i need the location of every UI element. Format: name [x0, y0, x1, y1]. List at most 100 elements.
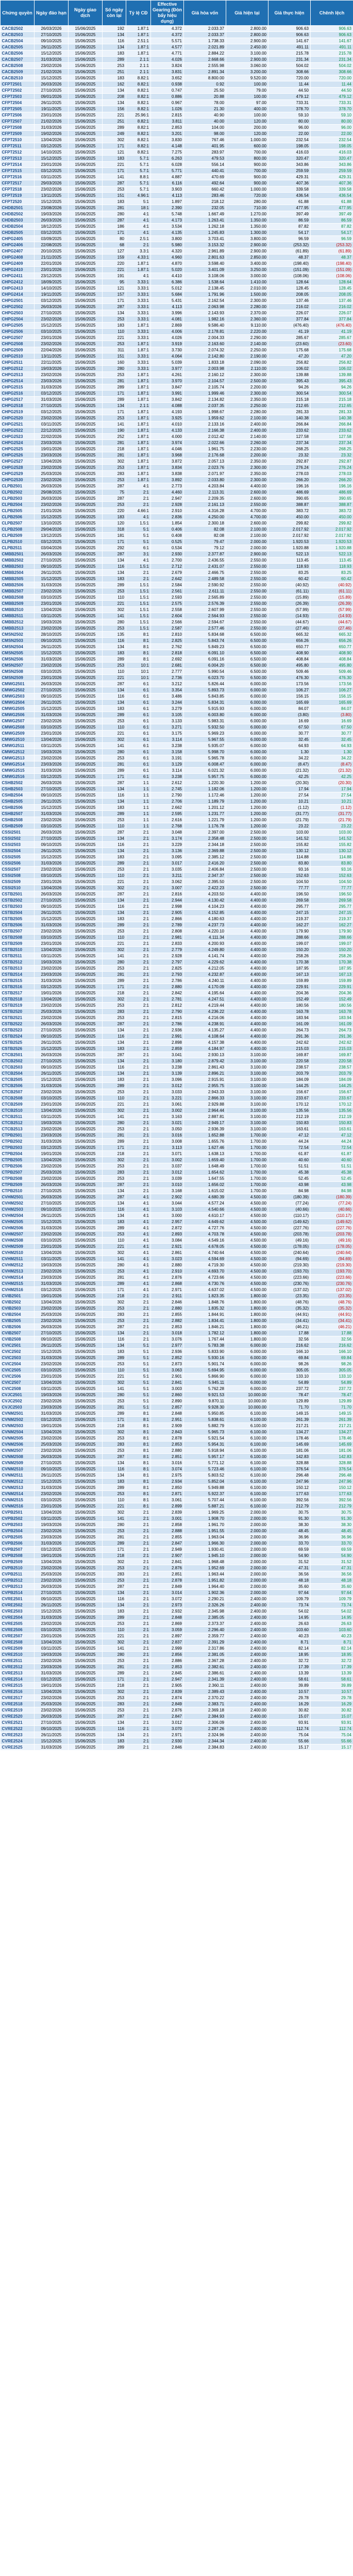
table-cell: 11.44: [268, 81, 311, 88]
table-cell: 2:1: [126, 1725, 151, 1732]
table-cell: 183: [102, 322, 126, 329]
table-row: CTCB2506 31/03/2026 15/06/2025 289 2:1 3.012 2…: [0, 1082, 353, 1089]
table-cell: 5.834.68: [183, 631, 226, 638]
table-cell: 2:1: [126, 1744, 151, 1751]
table-cell: 15/06/2025: [68, 1392, 103, 1398]
table-cell: 69.84: [268, 1354, 311, 1361]
table-cell: 15/06/2025: [68, 619, 103, 625]
table-cell: 09/10/2025: [34, 841, 69, 848]
table-cell-diff: 15.17: [310, 1744, 353, 1751]
table-cell: 4.870: [150, 260, 184, 267]
table-row: CVHM2508 03/10/2025 15/06/2025 110 4:1 3.084 4…: [0, 1237, 353, 1244]
warrant-code: CVRE2518: [0, 1701, 35, 1707]
table-cell: 1.87:1: [126, 260, 151, 267]
table-cell-diff: 291.36: [310, 1033, 353, 1040]
table-cell: 253: [102, 341, 126, 347]
table-cell: 15/06/2025: [68, 946, 103, 953]
table-cell-diff: 141.52: [310, 835, 353, 842]
table-cell: 2.815: [150, 1014, 184, 1021]
table-cell: 2.949.17: [183, 1120, 226, 1126]
table-cell: 15/06/2025: [68, 1138, 103, 1145]
warrant-code: CHPG2509: [0, 347, 35, 353]
table-cell: 2.949: [150, 1546, 184, 1553]
table-cell: 287: [102, 483, 126, 489]
table-cell: 2:1: [126, 501, 151, 508]
table-cell: 15/06/2025: [68, 470, 103, 477]
table-cell: 4.500.00: [226, 1274, 268, 1281]
table-cell: 15/06/2025: [68, 130, 103, 137]
table-cell: 61.87: [268, 1150, 311, 1157]
table-cell: 15/06/2025: [68, 1694, 103, 1701]
table-cell: 2:1: [126, 1324, 151, 1330]
warrant-code: CVRE2502: [0, 1602, 35, 1608]
table-cell: 2.777: [150, 668, 184, 675]
table-cell: 26/11/2025: [34, 1039, 69, 1046]
table-cell-diff: 98.26: [310, 1361, 353, 1367]
table-cell: 247.15: [268, 909, 311, 916]
table-cell: 5.998.70: [183, 749, 226, 755]
table-cell: (57.99): [268, 606, 311, 613]
table-cell: 23/02/2026: [34, 1565, 69, 1571]
table-cell: 15/06/2025: [68, 569, 103, 576]
table-cell: 13/04/2026: [34, 1299, 69, 1306]
table-cell: 1.270.00: [226, 211, 268, 217]
table-cell: 110: [102, 1367, 126, 1374]
table-cell: 0.747: [150, 87, 184, 94]
table-cell: 5.012: [150, 285, 184, 292]
table-row: CVRE2513 31/03/2026 15/06/2025 289 2:1 2.845 2…: [0, 1670, 353, 1676]
table-cell-diff: 40.60: [310, 1157, 353, 1163]
table-cell: 15/06/2025: [68, 1503, 103, 1510]
table-cell: 6.100.00: [226, 1484, 268, 1491]
table-cell: 09/10/2025: [34, 1466, 69, 1472]
table-cell: 31/03/2026: [34, 1225, 69, 1231]
table-cell: 23/01/2026: [34, 1633, 69, 1639]
table-cell: 15/06/2025: [68, 1268, 103, 1275]
table-row: CSSI2509 23/01/2026 15/06/2025 221 2:1 3.062 2…: [0, 878, 353, 885]
table-cell-diff: 14.95: [310, 1614, 353, 1621]
table-cell-diff: 167.13: [310, 971, 353, 978]
table-cell: 1.87:1: [126, 470, 151, 477]
table-cell: 116: [102, 693, 126, 700]
table-row: CHPG2409 22/01/2026 15/06/2025 220 1.87:1 4.8…: [0, 260, 353, 267]
table-cell: 6.000.00: [226, 1373, 268, 1380]
table-cell: 160: [102, 359, 126, 366]
table-cell: (1.12): [268, 804, 311, 811]
table-cell: 2:1: [126, 1583, 151, 1590]
warrant-code: CSTB2516: [0, 984, 35, 990]
table-cell: 8.82:1: [126, 93, 151, 100]
table-cell-diff: 339.58: [310, 186, 353, 193]
table-cell: 2.847: [150, 1540, 184, 1547]
table-cell: 4.700.00: [226, 507, 268, 514]
table-cell: 3.33:1: [126, 365, 151, 372]
table-cell: 2.003.98: [183, 365, 226, 372]
table-cell: 134: [102, 798, 126, 805]
table-cell: 3.830: [150, 137, 184, 143]
table-cell: 4.229.62: [183, 959, 226, 965]
table-cell: 171: [102, 1144, 126, 1151]
table-cell: 13/04/2026: [34, 1558, 69, 1565]
table-cell: 4.400.00: [226, 965, 268, 972]
table-cell: 15/06/2025: [68, 93, 103, 100]
warrant-code: CVNM2515: [0, 1497, 35, 1503]
warrant-code: CHPG2505: [0, 322, 35, 329]
table-cell: 15/06/2025: [68, 1534, 103, 1540]
table-cell: 96.59: [268, 235, 311, 242]
table-cell: 3.100.00: [226, 1064, 268, 1071]
warrant-code: CSTB2504: [0, 909, 35, 916]
table-cell: 3.838: [150, 470, 184, 477]
table-cell: 4.500.00: [226, 1212, 268, 1219]
table-row: CSSI2503 09/10/2025 15/06/2025 116 2:1 3.229 2…: [0, 841, 353, 848]
table-cell: 3.100.00: [226, 1126, 268, 1132]
table-cell: 2.901: [150, 1373, 184, 1380]
table-cell: 377.84: [268, 316, 311, 323]
table-cell: 09/10/2025: [34, 38, 69, 44]
table-cell: 2.957: [150, 1218, 184, 1225]
table-cell: 22/12/2025: [34, 427, 69, 434]
table-cell: 15/06/2025: [68, 1558, 103, 1565]
table-cell: 3.035: [150, 866, 184, 873]
table-cell-diff: (23.60): [310, 341, 353, 347]
table-cell: 221: [102, 1373, 126, 1380]
table-row: CMWG2504 26/11/2025 15/06/2025 134 6:1 3.244 5…: [0, 699, 353, 706]
table-cell-diff: 161.09: [310, 1021, 353, 1027]
table-row: CSHB2509 03/10/2025 15/06/2025 110 1:1 2.768 1…: [0, 823, 353, 829]
